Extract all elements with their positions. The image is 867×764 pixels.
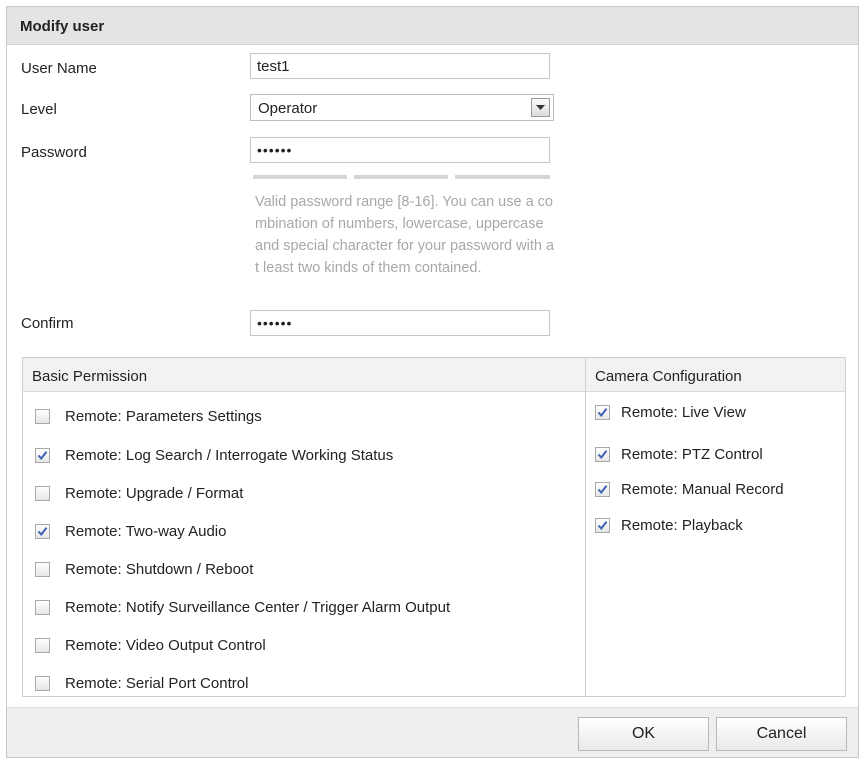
permission-label: Remote: Two-way Audio: [65, 522, 227, 540]
permission-label: Remote: Notify Surveillance Center / Tri…: [65, 598, 451, 616]
permission-item[interactable]: Remote: Shutdown / Reboot: [35, 559, 253, 579]
permission-checkbox[interactable]: [35, 599, 50, 615]
permission-label: Remote: Shutdown / Reboot: [65, 560, 254, 578]
basic-permission-column: Basic Permission Remote: Parameters Sett…: [23, 358, 586, 696]
password-strength-bar-1: [253, 175, 347, 179]
permission-label: Remote: PTZ Control: [621, 445, 763, 463]
password-input[interactable]: [250, 137, 550, 163]
camera-configuration-header: Camera Configuration: [586, 358, 845, 392]
chevron-down-icon: [536, 105, 545, 110]
permission-checkbox[interactable]: [35, 637, 50, 653]
permission-label: Remote: Upgrade / Format: [65, 484, 244, 502]
camera-configuration-column: Camera Configuration Remote: Live View Re…: [586, 358, 845, 696]
permission-item[interactable]: Remote: Parameters Settings: [35, 406, 262, 426]
permission-checkbox[interactable]: [35, 561, 50, 577]
permission-label: Remote: Live View: [621, 403, 746, 421]
password-hint: Valid password range [8-16]. You can use…: [255, 194, 555, 276]
permission-label: Remote: Manual Record: [621, 480, 784, 498]
permission-checkbox[interactable]: [35, 675, 50, 691]
permission-item[interactable]: Remote: PTZ Control: [595, 444, 763, 464]
dialog-footer: OK Cancel: [7, 707, 858, 757]
level-dropdown-button[interactable]: [531, 98, 550, 117]
permission-item[interactable]: Remote: Video Output Control: [35, 635, 266, 655]
modify-user-dialog: Modify user User Name Level Operator Pas…: [6, 6, 859, 758]
permission-item[interactable]: Remote: Log Search / Interrogate Working…: [35, 445, 393, 465]
permission-item[interactable]: Remote: Two-way Audio: [35, 521, 226, 541]
confirm-input[interactable]: [250, 310, 550, 336]
level-select[interactable]: Operator: [250, 94, 554, 121]
checkmark-icon: [597, 407, 608, 417]
checkmark-icon: [597, 520, 608, 530]
username-label: User Name: [21, 60, 97, 77]
dialog-titlebar: Modify user: [7, 7, 858, 45]
permission-checkbox[interactable]: [595, 404, 610, 420]
level-select-value: Operator: [258, 100, 318, 117]
confirm-label: Confirm: [21, 315, 74, 332]
checkmark-icon: [37, 526, 48, 536]
cancel-button[interactable]: Cancel: [716, 717, 847, 751]
permission-item[interactable]: Remote: Live View: [595, 402, 746, 422]
level-label: Level: [21, 101, 57, 118]
password-strength-bar-3: [455, 175, 550, 179]
permission-checkbox[interactable]: [595, 481, 610, 497]
permission-checkbox[interactable]: [35, 408, 50, 424]
password-label: Password: [21, 144, 87, 161]
permission-checkbox[interactable]: [35, 485, 50, 501]
permission-label: Remote: Parameters Settings: [65, 407, 262, 425]
ok-button[interactable]: OK: [578, 717, 709, 751]
checkmark-icon: [597, 449, 608, 459]
permission-item[interactable]: Remote: Playback: [595, 515, 743, 535]
permission-label: Remote: Serial Port Control: [65, 674, 249, 692]
basic-permission-header: Basic Permission: [23, 358, 585, 392]
camera-configuration-title: Camera Configuration: [595, 368, 742, 385]
basic-permission-title: Basic Permission: [32, 368, 148, 385]
checkmark-icon: [597, 484, 608, 494]
permission-item[interactable]: Remote: Serial Port Control: [35, 673, 248, 693]
permission-label: Remote: Playback: [621, 516, 743, 534]
permission-checkbox[interactable]: [595, 446, 610, 462]
permission-item[interactable]: Remote: Upgrade / Format: [35, 483, 243, 503]
permissions-panel: Basic Permission Remote: Parameters Sett…: [22, 357, 846, 697]
password-strength-bar-2: [354, 175, 448, 179]
dialog-title: Modify user: [20, 18, 105, 35]
permission-item[interactable]: Remote: Manual Record: [595, 479, 784, 499]
permission-checkbox[interactable]: [595, 517, 610, 533]
permission-item[interactable]: Remote: Notify Surveillance Center / Tri…: [35, 597, 450, 617]
username-input[interactable]: [250, 53, 550, 79]
permission-checkbox[interactable]: [35, 447, 50, 463]
permission-label: Remote: Video Output Control: [65, 636, 266, 654]
permission-label: Remote: Log Search / Interrogate Working…: [65, 446, 394, 464]
checkmark-icon: [37, 450, 48, 460]
permission-checkbox[interactable]: [35, 523, 50, 539]
